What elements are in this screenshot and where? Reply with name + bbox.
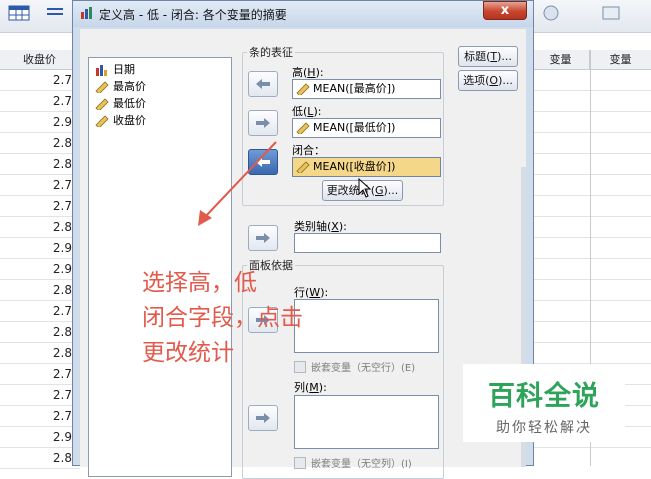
table-cell[interactable]: 2.7 [53, 199, 72, 213]
table-row[interactable]: 2.8 [0, 133, 80, 154]
high-field[interactable]: MEAN([最高价]) [292, 79, 441, 99]
table-cell[interactable]: 2.8 [53, 283, 72, 297]
ruler-icon [296, 161, 310, 175]
table-cell[interactable]: 2.7 [53, 409, 72, 423]
move-to-high-button[interactable] [248, 71, 278, 97]
toolbar-icon-right-1[interactable] [540, 4, 562, 24]
table-row[interactable]: 2.8 [0, 280, 80, 301]
low-field[interactable]: MEAN([最低价]) [292, 118, 441, 138]
ruler-icon [95, 81, 109, 95]
table-row[interactable]: 2.7 [0, 175, 80, 196]
list-item[interactable]: 最低价 [95, 96, 146, 112]
table-row[interactable]: 2.7 [0, 406, 80, 427]
column-header-var-1[interactable]: 变量 [532, 50, 590, 70]
table-cell[interactable]: 2.8 [53, 220, 72, 234]
annotation-arrow [198, 141, 277, 226]
date-variable-icon [95, 64, 109, 76]
data-grid-icon[interactable] [8, 4, 30, 24]
options-button[interactable]: 选项(O)... [458, 70, 518, 91]
table-cell[interactable]: 2.8 [53, 451, 72, 465]
columns-nest-checkbox[interactable]: 嵌套变量（无空列）(I) [294, 455, 412, 470]
close-field[interactable]: MEAN([收盘价]) [292, 157, 441, 177]
low-label: 低(L): [292, 105, 322, 118]
table-row[interactable]: 2.7 [0, 364, 80, 385]
ruler-icon [95, 98, 109, 112]
arrow-right-icon [256, 118, 270, 128]
arrow-right-icon [256, 233, 270, 243]
watermark-subtitle: 助你轻松解决 [496, 420, 592, 436]
table-row[interactable]: 2.7 [0, 70, 80, 91]
titles-button[interactable]: 标题(T)... [458, 46, 518, 67]
annotation-line: 更改统计 [142, 340, 234, 366]
column-header-close[interactable]: 收盘价 [0, 50, 80, 70]
arrow-right-icon [256, 413, 270, 423]
arrow-left-icon [256, 79, 270, 89]
annotation-line: 选择高，低 [142, 270, 257, 296]
table-cell[interactable]: 2.7 [53, 304, 72, 318]
table-row[interactable]: 2.9 [0, 259, 80, 280]
columns-label: 列(M): [294, 381, 327, 394]
table-cell[interactable]: 2.7 [53, 388, 72, 402]
table-row[interactable]: 2.9 [0, 112, 80, 133]
watermark-title: 百科全说 [488, 381, 600, 412]
close-button[interactable]: x [483, 1, 527, 20]
table-cell[interactable]: 2.9 [53, 241, 72, 255]
dialog-title: 定义高 - 低 - 闭合: 各个变量的摘要 [99, 8, 287, 22]
ruler-icon [296, 83, 310, 97]
watermark: 百科全说 助你轻松解决 [463, 364, 625, 442]
close-label: 闭合： [292, 144, 325, 157]
mouse-pointer-icon [358, 178, 372, 198]
table-row[interactable]: 2.8 [0, 343, 80, 364]
column-header-row: 收盘价 [0, 50, 80, 70]
dialog-client: 日期 最高价 最低价 收盘价 条的表征 高(H): MEAN([最高价]) 低(… [80, 29, 526, 479]
table-cell[interactable]: 2.9 [53, 262, 72, 276]
annotation-line: 闭合字段，点击 [142, 305, 303, 331]
table-cell[interactable]: 2.7 [53, 73, 72, 87]
toolbar-icon-right-2[interactable] [600, 4, 622, 24]
checkbox-icon [294, 456, 306, 469]
table-row[interactable]: 2.7 [0, 196, 80, 217]
table-row[interactable]: 2.8 [0, 322, 80, 343]
table-cell[interactable]: 2.8 [53, 346, 72, 360]
column-header-var-2[interactable]: 变量 [590, 50, 651, 70]
move-to-low-button[interactable] [248, 110, 278, 136]
list-item[interactable]: 收盘价 [95, 113, 146, 129]
table-cell[interactable]: 2.7 [53, 367, 72, 381]
table-cell[interactable]: 2.8 [53, 325, 72, 339]
table-row[interactable]: 2.7 [0, 91, 80, 112]
table-cell[interactable]: 2.8 [53, 136, 72, 150]
category-axis-field[interactable] [294, 233, 441, 253]
category-axis-label: 类别轴(X): [294, 220, 347, 233]
table-cell[interactable]: 2.8 [53, 157, 72, 171]
high-label: 高(H): [292, 66, 324, 79]
table-row[interactable]: 2.8 [0, 217, 80, 238]
table-row[interactable]: 2.9 [0, 427, 80, 448]
table-row[interactable]: 2.7 [0, 385, 80, 406]
list-item[interactable]: 日期 [95, 62, 135, 78]
columns-field[interactable] [294, 395, 439, 449]
table-row[interactable]: 2.7 [0, 301, 80, 322]
list-item[interactable]: 最高价 [95, 79, 146, 95]
annotation-text: 选择高，低 闭合字段，点击 更改统计 [142, 266, 372, 371]
table-row[interactable]: 2.8 [0, 154, 80, 175]
table-cell[interactable]: 2.7 [53, 178, 72, 192]
table-row[interactable]: 2.9 [0, 238, 80, 259]
table-cell[interactable]: 2.9 [53, 115, 72, 129]
table-cell[interactable]: 2.9 [53, 430, 72, 444]
bars-represent-legend: 条的表征 [249, 46, 293, 59]
move-to-columns-button[interactable] [248, 405, 278, 431]
column-header-row-right: 变量 变量 [532, 50, 651, 70]
table-cell[interactable]: 2.7 [53, 94, 72, 108]
dialog-titlebar[interactable]: 定义高 - 低 - 闭合: 各个变量的摘要 x [73, 1, 533, 27]
menu-icon[interactable] [44, 4, 64, 24]
ruler-icon [296, 122, 310, 136]
chart-icon [80, 6, 94, 20]
ruler-icon [95, 115, 109, 129]
